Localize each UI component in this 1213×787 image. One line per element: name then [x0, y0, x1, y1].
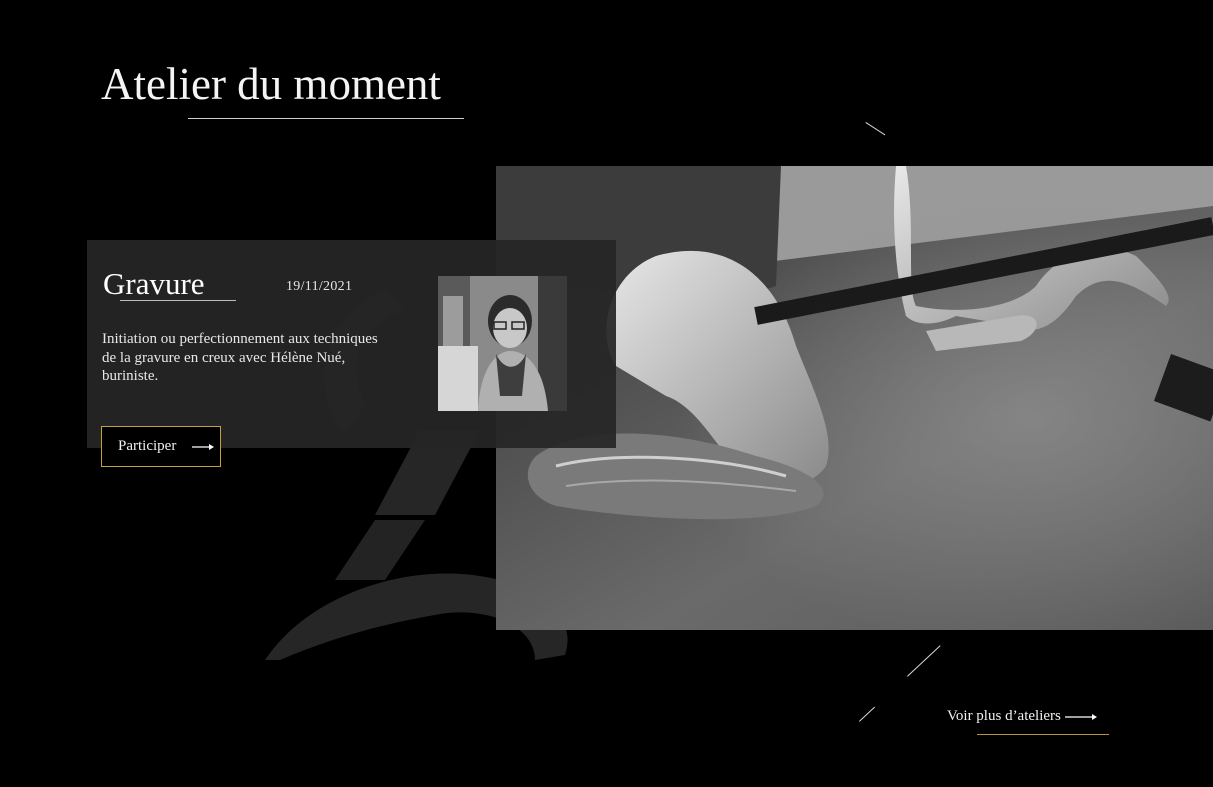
title-underline	[188, 118, 464, 119]
arrow-right-icon	[192, 442, 215, 452]
decorative-line	[865, 122, 886, 136]
section-title: Atelier du moment	[101, 59, 441, 109]
portrait-photo	[438, 276, 567, 411]
workshop-description: Initiation ou perfectionnement aux techn…	[102, 331, 378, 384]
participate-button[interactable]: Participer	[101, 426, 221, 467]
see-more-workshops-label: Voir plus d’ateliers	[947, 708, 1061, 724]
decorative-line	[859, 706, 876, 722]
workshop-date: 19/11/2021	[286, 279, 353, 294]
instructor-portrait	[438, 276, 567, 411]
workshop-title: Gravure	[103, 266, 205, 301]
decorative-line	[907, 645, 941, 677]
see-more-underline	[977, 734, 1109, 735]
workshop-title-underline	[120, 300, 236, 301]
see-more-workshops-link[interactable]: Voir plus d’ateliers	[947, 708, 1097, 725]
participate-button-label: Participer	[118, 438, 177, 454]
arrow-right-icon	[1064, 712, 1097, 722]
